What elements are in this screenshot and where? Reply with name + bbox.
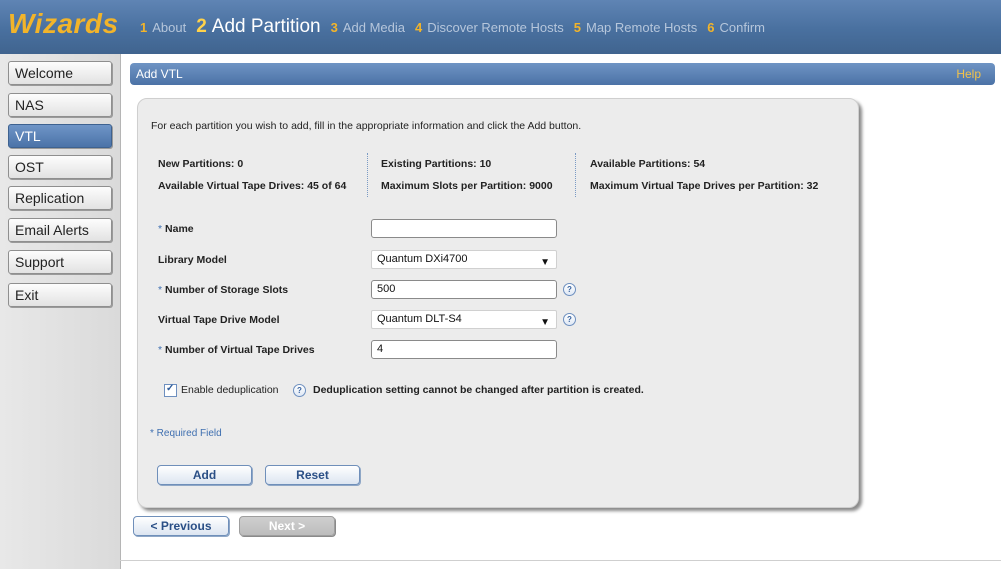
add-vtl-panel: For each partition you wish to add, fill… — [137, 98, 859, 508]
drive-model-select[interactable]: Quantum DLT-S4 ▼ — [371, 310, 557, 329]
next-button[interactable]: Next > — [239, 516, 335, 536]
dedup-checkbox[interactable] — [164, 383, 177, 397]
existing-partitions-stat: Existing Partitions: 10 — [381, 158, 492, 170]
chevron-down-icon: ▼ — [540, 257, 550, 268]
step-number: 4 — [414, 19, 423, 35]
sidebar-item-exit[interactable]: Exit — [8, 283, 112, 307]
library-model-value: Quantum DXi4700 — [377, 253, 468, 265]
chevron-down-icon: ▼ — [540, 317, 550, 328]
name-input[interactable] — [371, 219, 557, 238]
virtual-drives-label: * Number of Virtual Tape Drives — [158, 344, 315, 356]
step-confirm[interactable]: 6 Confirm — [707, 20, 765, 35]
step-map-remote-hosts[interactable]: 5 Map Remote Hosts — [574, 20, 698, 35]
name-label: * Name — [158, 223, 194, 235]
step-label: About — [152, 19, 187, 35]
storage-slots-input[interactable]: 500 — [371, 280, 557, 299]
section-title: Add VTL — [136, 67, 183, 81]
step-add-media[interactable]: 3 Add Media — [331, 20, 405, 35]
intro-text: For each partition you wish to add, fill… — [151, 120, 582, 132]
library-model-select[interactable]: Quantum DXi4700 ▼ — [371, 250, 557, 269]
step-number: 2 — [196, 16, 207, 37]
required-field-note: * Required Field — [150, 428, 222, 439]
step-number: 6 — [707, 19, 715, 35]
max-drives-stat: Maximum Virtual Tape Drives per Partitio… — [590, 180, 819, 192]
available-partitions-stat: Available Partitions: 54 — [590, 158, 706, 170]
sidebar-item-email-alerts[interactable]: Email Alerts — [8, 218, 112, 242]
step-label: Discover Remote Hosts — [427, 19, 564, 35]
dedup-label: Enable deduplication — [181, 384, 279, 396]
sidebar-item-welcome[interactable]: Welcome — [8, 61, 112, 85]
step-discover-remote-hosts[interactable]: 4 Discover Remote Hosts — [415, 20, 564, 35]
new-partitions-stat: New Partitions: 0 — [158, 158, 244, 170]
dedup-warning: Deduplication setting cannot be changed … — [313, 384, 644, 396]
top-bar: Wizards 1 About 2 Add Partition 3 Add Me… — [0, 0, 1001, 54]
wizard-steps: 1 About 2 Add Partition 3 Add Media 4 Di… — [140, 0, 775, 54]
step-add-partition[interactable]: 2 Add Partition — [196, 16, 320, 38]
step-number: 1 — [140, 19, 148, 35]
wizards-logo: Wizards — [8, 8, 119, 39]
sidebar-item-replication[interactable]: Replication — [8, 186, 112, 210]
sidebar-item-vtl[interactable]: VTL — [8, 124, 112, 148]
section-header: Add VTL Help — [130, 63, 995, 85]
step-about[interactable]: 1 About — [140, 20, 186, 35]
virtual-drives-input[interactable]: 4 — [371, 340, 557, 359]
required-marker: * — [158, 284, 163, 296]
step-label: Map Remote Hosts — [586, 19, 698, 35]
stats-column-1: New Partitions: 0 Available Virtual Tape… — [158, 153, 346, 197]
help-icon[interactable]: ? — [563, 313, 576, 326]
previous-button[interactable]: < Previous — [133, 516, 229, 536]
max-slots-stat: Maximum Slots per Partition: 9000 — [381, 180, 553, 192]
sidebar-item-nas[interactable]: NAS — [8, 93, 112, 117]
divider — [120, 560, 1001, 561]
step-number: 5 — [573, 19, 581, 35]
help-icon[interactable]: ? — [293, 384, 306, 397]
sidebar-item-ost[interactable]: OST — [8, 155, 112, 179]
help-icon[interactable]: ? — [563, 283, 576, 296]
library-model-label: Library Model — [158, 254, 227, 266]
help-link[interactable]: Help — [956, 67, 981, 81]
reset-button[interactable]: Reset — [265, 465, 360, 485]
stats-divider — [575, 153, 576, 197]
stats-divider — [367, 153, 368, 197]
add-button[interactable]: Add — [157, 465, 252, 485]
drive-model-value: Quantum DLT-S4 — [377, 313, 462, 325]
required-marker: * — [158, 344, 163, 356]
stats-column-2: Existing Partitions: 10 Maximum Slots pe… — [381, 153, 553, 197]
drive-model-label: Virtual Tape Drive Model — [158, 314, 280, 326]
sidebar: Welcome NAS VTL OST Replication Email Al… — [0, 54, 121, 569]
available-drives-stat: Available Virtual Tape Drives: 45 of 64 — [158, 180, 347, 192]
stats-column-3: Available Partitions: 54 Maximum Virtual… — [590, 153, 818, 197]
step-label: Confirm — [719, 19, 766, 35]
storage-slots-label: * Number of Storage Slots — [158, 284, 289, 296]
sidebar-item-support[interactable]: Support — [8, 250, 112, 274]
step-number: 3 — [330, 19, 338, 35]
required-marker: * — [158, 223, 163, 235]
step-label: Add Media — [342, 19, 405, 35]
step-label: Add Partition — [211, 16, 321, 37]
